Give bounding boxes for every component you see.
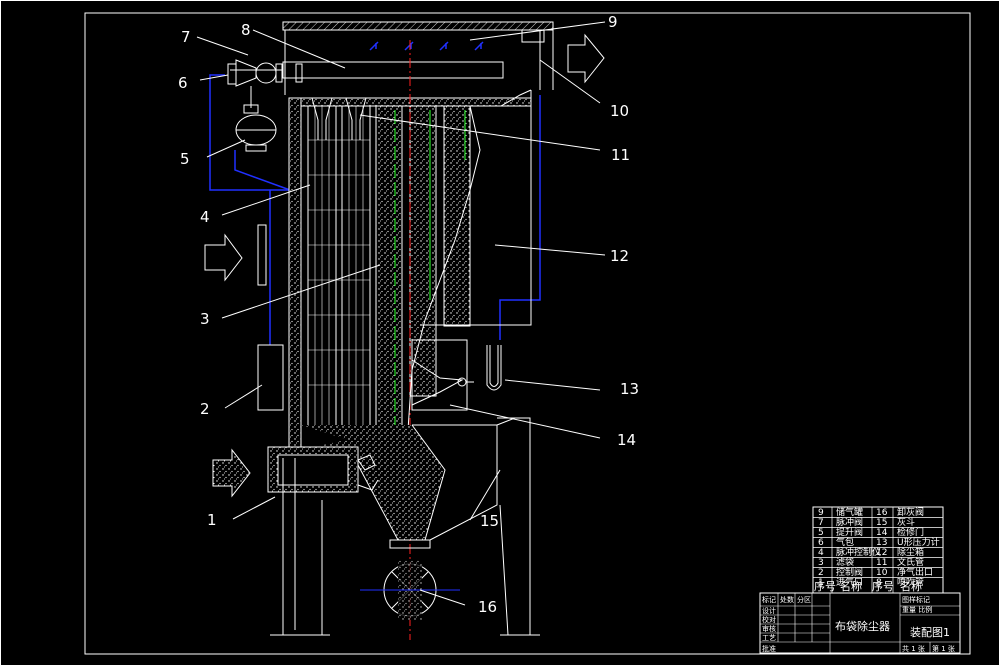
sheet-index: 第 1 张 (932, 644, 955, 653)
parts-row-left-no: 9 (818, 508, 824, 518)
u-tube-manometer (486, 345, 502, 391)
title-block: 标记 处数 分区 设计 校对 审核 工艺 批准 图样标记 重量 比例 布袋除尘器… (759, 592, 961, 654)
tb-header-0: 标记 (762, 595, 776, 604)
callout-11: 11 (611, 146, 630, 164)
callout-3: 3 (200, 310, 210, 328)
callout-2: 2 (200, 400, 210, 418)
parts-row-right-name: 净气出口 (897, 566, 933, 578)
tube-sheet (300, 97, 532, 107)
tb-header-1: 处数 (780, 595, 794, 604)
tb-side-3: 工艺 (762, 634, 776, 642)
tb-side-0: 设计 (762, 606, 776, 615)
parts-row-right-name: 除尘箱 (897, 546, 924, 558)
callout-14: 14 (617, 431, 636, 449)
left-wall (288, 97, 302, 459)
parts-row-left-name: 脉冲阀 (836, 516, 863, 528)
parts-row-left-no: 2 (818, 568, 824, 578)
parts-row-left-name: 提升阀 (836, 527, 863, 538)
parts-row-left-no: 3 (818, 558, 824, 568)
parts-row-left-name: 脉冲控制仪 (836, 546, 881, 558)
parts-row-right-name: 卸灰阀 (897, 506, 924, 518)
parts-list: 9 储气罐 16 卸灰阀 7 脉冲阀 15 灰斗 5 提升阀 14 检修门 6 气包 13 U形压力计 4 脉冲控… (812, 506, 944, 594)
callout-4: 4 (200, 208, 210, 226)
parts-row-right-name: 灰斗 (897, 516, 915, 528)
callout-8: 8 (241, 21, 251, 39)
filter-bags (307, 97, 471, 427)
blowpipe (282, 61, 504, 79)
callout-9: 9 (608, 13, 618, 31)
top-hood (282, 21, 554, 95)
parts-row-right-no: 10 (876, 568, 888, 578)
pulse-valve (227, 59, 303, 87)
parts-row-right-no: 16 (876, 508, 888, 518)
parts-row-left-no: 7 (818, 518, 824, 528)
tb-sub-0: 图样标记 (902, 595, 930, 604)
sheet-total: 共 1 张 (902, 644, 925, 653)
parts-row-left-no: 6 (818, 538, 824, 548)
parts-header-name2: 名称 (900, 579, 922, 593)
callout-7: 7 (181, 28, 191, 46)
parts-header-no: 序号 (814, 579, 836, 593)
callout-5: 5 (180, 150, 190, 168)
tb-sub-1: 重量 比例 (902, 605, 932, 614)
parts-row-right-name: 文氏管 (897, 556, 924, 568)
parts-row-left-no: 5 (818, 528, 824, 538)
parts-row-right-name: 检修门 (897, 526, 924, 538)
parts-row-right-no: 12 (876, 548, 887, 558)
callout-13: 13 (620, 380, 639, 398)
tb-header-2: 分区 (797, 595, 811, 604)
tb-side-2: 审核 (762, 624, 776, 633)
tb-side-1: 校对 (762, 615, 776, 624)
parts-row-left-name: 滤袋 (836, 556, 854, 568)
callout-16: 16 (478, 598, 497, 616)
parts-row-left-name: 气包 (836, 536, 854, 548)
parts-row-left-no: 4 (818, 548, 824, 558)
parts-row-right-no: 13 (876, 538, 887, 548)
parts-row-left-name: 控制阀 (836, 566, 863, 578)
parts-row-right-no: 11 (876, 558, 887, 568)
pulse-controller (257, 224, 267, 286)
callout-12: 12 (610, 247, 629, 265)
parts-row-left-name: 储气罐 (836, 506, 863, 518)
dust-collector-drawing: 1 2 3 4 5 6 7 8 9 10 11 12 13 14 15 16 9… (0, 0, 1000, 666)
callout-10: 10 (610, 102, 629, 120)
callout-6: 6 (178, 74, 188, 92)
parts-row-right-no: 14 (876, 528, 888, 538)
parts-header-name: 名称 (840, 579, 862, 593)
drawing-name: 布袋除尘器 (835, 619, 890, 633)
parts-header-no2: 序号 (872, 579, 894, 593)
drawing-number: 装配图1 (910, 626, 950, 639)
callout-15: 15 (480, 512, 499, 530)
callout-1: 1 (207, 511, 217, 529)
parts-row-right-name: U形压力计 (897, 536, 940, 548)
parts-row-right-no: 15 (876, 518, 887, 528)
tb-side-4: 批准 (762, 644, 776, 653)
control-valve (257, 344, 284, 411)
